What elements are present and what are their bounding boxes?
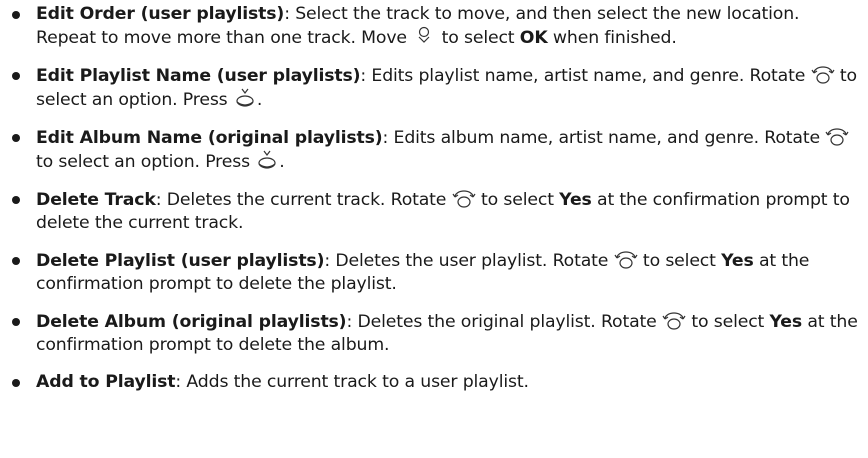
item-term: Edit Album Name (original playlists) <box>36 128 383 148</box>
item-keyword: OK <box>519 28 548 48</box>
rotate-knob-icon <box>825 126 849 146</box>
item-text: . <box>279 152 285 172</box>
press-knob-icon <box>255 150 279 170</box>
item-text: : Deletes the current track. Rotate <box>155 190 452 210</box>
item-keyword: Yes <box>769 312 803 332</box>
item-text: . <box>256 90 263 110</box>
list-item-delete-playlist: Delete Playlist (user playlists): Delete… <box>0 249 868 296</box>
press-knob-icon <box>233 88 257 108</box>
item-text: to select <box>686 312 770 332</box>
item-term: Delete Track <box>36 190 156 210</box>
item-text: : Edits album name, artist name, and gen… <box>382 128 826 148</box>
item-text: to select <box>475 190 560 210</box>
list-item-delete-album: Delete Album (original playlists): Delet… <box>0 310 868 357</box>
list-item-delete-track: Delete Track: Deletes the current track.… <box>0 188 868 235</box>
rotate-knob-icon <box>452 188 476 208</box>
item-text: to select an option. Press <box>36 152 256 172</box>
item-term: Delete Playlist (user playlists) <box>36 251 325 271</box>
list-item-add-to-playlist: Add to Playlist: Adds the current track … <box>0 371 868 394</box>
list-item-edit-album-name: Edit Album Name (original playlists): Ed… <box>0 126 868 174</box>
item-term: Delete Album (original playlists) <box>36 312 347 332</box>
item-keyword: Yes <box>559 190 592 210</box>
item-term: Edit Order (user playlists) <box>36 4 285 24</box>
item-text: : Edits playlist name, artist name, and … <box>360 66 811 86</box>
item-text: to select <box>436 28 520 48</box>
item-text: when finished. <box>547 28 677 48</box>
item-text: : Adds the current track to a user playl… <box>175 372 529 392</box>
rotate-knob-icon <box>662 310 686 330</box>
item-keyword: Yes <box>721 251 754 271</box>
list-item-edit-playlist-name: Edit Playlist Name (user playlists): Edi… <box>0 64 868 112</box>
joystick-down-icon <box>412 26 436 46</box>
option-list: Edit Order (user playlists): Select the … <box>0 0 868 394</box>
item-term: Add to Playlist <box>36 372 176 392</box>
item-text: to select <box>637 251 722 271</box>
rotate-knob-icon <box>811 64 835 84</box>
item-text: : Deletes the original playlist. Rotate <box>346 312 662 332</box>
item-term: Edit Playlist Name (user playlists) <box>36 66 361 86</box>
item-text: : Deletes the user playlist. Rotate <box>324 251 614 271</box>
rotate-knob-icon <box>614 249 638 269</box>
list-item-edit-order: Edit Order (user playlists): Select the … <box>0 3 868 50</box>
